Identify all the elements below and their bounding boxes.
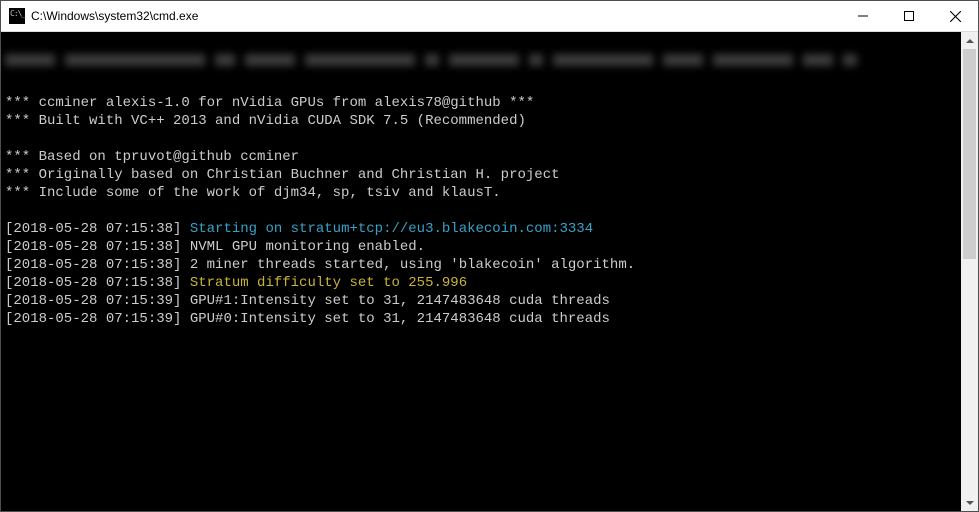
banner-line: *** Based on tpruvot@github ccminer	[5, 149, 299, 165]
cmd-icon	[9, 8, 25, 24]
minimize-icon	[858, 11, 868, 21]
log-line: [2018-05-28 07:15:38] Starting on stratu…	[5, 221, 593, 237]
close-button[interactable]	[932, 1, 978, 31]
minimize-button[interactable]	[840, 1, 886, 31]
maximize-button[interactable]	[886, 1, 932, 31]
chevron-up-icon	[966, 37, 974, 45]
scroll-down-button[interactable]	[961, 494, 978, 511]
close-icon	[950, 11, 961, 22]
redacted-command-line	[5, 54, 961, 72]
vertical-scrollbar[interactable]	[961, 32, 978, 511]
titlebar[interactable]: C:\Windows\system32\cmd.exe	[1, 1, 978, 32]
log-line: [2018-05-28 07:15:39] GPU#0:Intensity se…	[5, 311, 610, 327]
log-line: [2018-05-28 07:15:39] GPU#1:Intensity se…	[5, 293, 610, 309]
maximize-icon	[904, 11, 914, 21]
log-line: [2018-05-28 07:15:38] NVML GPU monitorin…	[5, 239, 425, 255]
scroll-up-button[interactable]	[961, 32, 978, 49]
banner-line: *** Built with VC++ 2013 and nVidia CUDA…	[5, 113, 526, 129]
scroll-track[interactable]	[961, 49, 978, 494]
log-line: [2018-05-28 07:15:38] 2 miner threads st…	[5, 257, 635, 273]
cmd-window: C:\Windows\system32\cmd.exe *** ccminer …	[0, 0, 979, 512]
banner-line: *** ccminer alexis-1.0 for nVidia GPUs f…	[5, 95, 534, 111]
scroll-thumb[interactable]	[963, 49, 976, 259]
window-title: C:\Windows\system32\cmd.exe	[31, 9, 198, 23]
banner-line: *** Include some of the work of djm34, s…	[5, 185, 501, 201]
console-output[interactable]: *** ccminer alexis-1.0 for nVidia GPUs f…	[1, 32, 961, 511]
banner-line: *** Originally based on Christian Buchne…	[5, 167, 560, 183]
log-line: [2018-05-28 07:15:38] Stratum difficulty…	[5, 275, 467, 291]
client-area: *** ccminer alexis-1.0 for nVidia GPUs f…	[1, 32, 978, 511]
chevron-down-icon	[966, 499, 974, 507]
